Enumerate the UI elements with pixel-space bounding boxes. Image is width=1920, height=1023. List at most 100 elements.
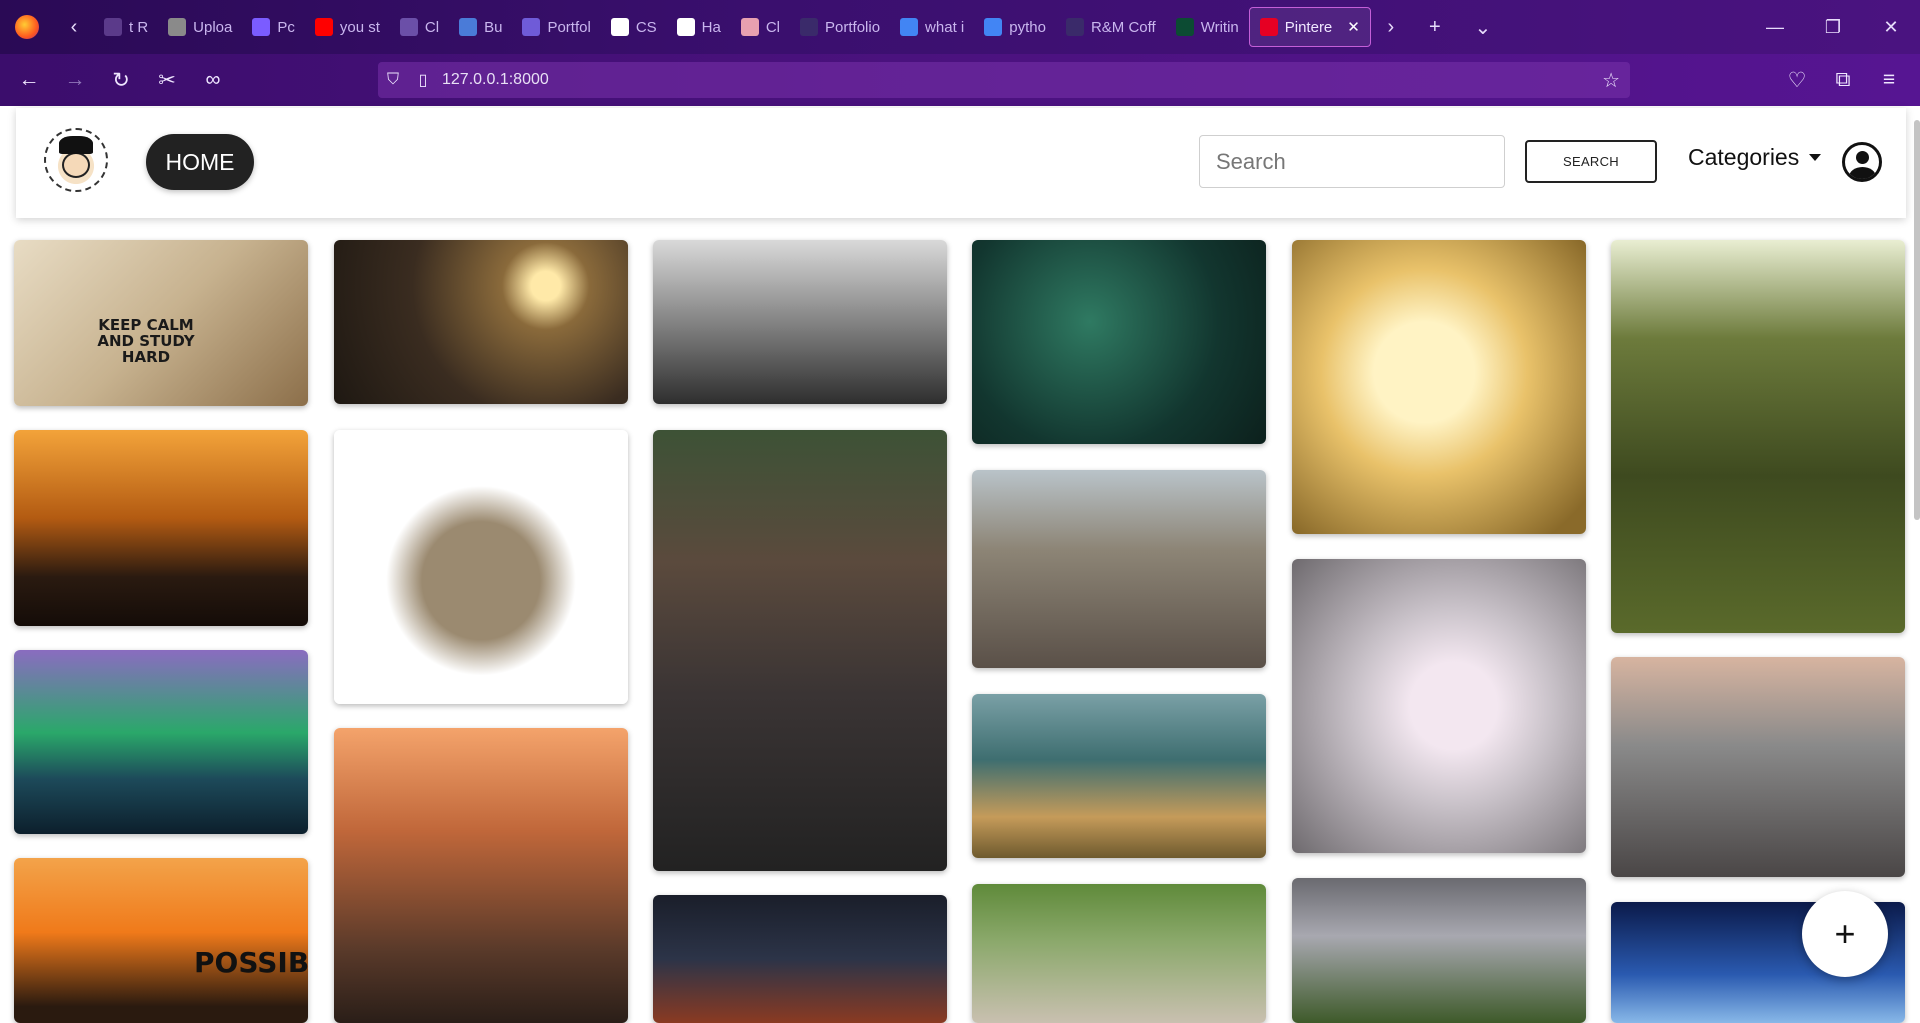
tab-label: Writin bbox=[1200, 18, 1239, 36]
tab-label: CS bbox=[635, 18, 657, 36]
tab-scroll-left-icon[interactable]: ‹ bbox=[54, 16, 94, 39]
tab-favicon-icon bbox=[740, 18, 759, 36]
pin-card[interactable] bbox=[653, 430, 947, 871]
search-button[interactable]: SEARCH bbox=[1525, 140, 1657, 183]
pin-card[interactable]: POSSIBLE bbox=[14, 858, 308, 1023]
tab-label: Bu bbox=[484, 18, 503, 36]
extension-icon[interactable]: ✂ bbox=[144, 54, 190, 106]
tab-favicon-icon bbox=[522, 18, 541, 36]
pocket-icon[interactable]: ♡ bbox=[1774, 54, 1820, 106]
home-button[interactable]: HOME bbox=[146, 134, 254, 190]
pin-caption: KEEP CALM AND STUDY HARD bbox=[97, 316, 195, 366]
tab-label: t R bbox=[129, 18, 149, 36]
pin-card[interactable] bbox=[334, 430, 628, 704]
categories-dropdown[interactable]: Categories bbox=[1688, 144, 1822, 171]
pin-card[interactable] bbox=[1611, 657, 1905, 877]
extensions-icon[interactable]: ⧉ bbox=[1820, 54, 1866, 106]
tab-favicon-icon bbox=[800, 18, 819, 36]
firefox-icon[interactable] bbox=[0, 0, 54, 54]
tab-favicon-icon bbox=[459, 18, 478, 36]
back-icon[interactable]: ← bbox=[6, 54, 52, 106]
pin-card[interactable] bbox=[14, 650, 308, 834]
browser-tab[interactable]: Pc bbox=[242, 7, 305, 47]
tab-label: Portfol bbox=[547, 18, 591, 36]
browser-tab[interactable]: t R bbox=[94, 7, 158, 47]
tab-label: Pc bbox=[277, 18, 295, 36]
browser-nav-bar: ← → ↻ ✂ ∞ ⛉ ▯ 127.0.0.1:8000 ☆ ♡ ⧉ ≡ bbox=[0, 54, 1920, 106]
pin-card[interactable] bbox=[334, 240, 628, 404]
tab-favicon-icon bbox=[252, 18, 271, 36]
browser-tab-bar: ‹ t R Uploa Pc you st Cl Bu Portfol CS Ha Cl Portf… bbox=[0, 0, 1920, 54]
url-bar[interactable]: ⛉ ▯ 127.0.0.1:8000 ☆ bbox=[378, 62, 1630, 98]
tab-label: Uploa bbox=[193, 18, 233, 36]
browser-tab[interactable]: Uploa bbox=[158, 7, 242, 47]
pin-card[interactable] bbox=[972, 240, 1266, 444]
browser-tab[interactable]: Cl bbox=[390, 7, 449, 47]
tab-favicon-icon bbox=[104, 18, 122, 36]
tab-label: pytho bbox=[1009, 18, 1046, 36]
caret-down-icon bbox=[1809, 154, 1822, 161]
site-logo[interactable] bbox=[44, 128, 108, 192]
page-icon: ▯ bbox=[418, 72, 428, 89]
tab-favicon-icon bbox=[984, 18, 1003, 36]
browser-tab[interactable]: Cl bbox=[731, 7, 790, 47]
pin-card[interactable] bbox=[653, 240, 947, 404]
menu-icon[interactable]: ≡ bbox=[1866, 54, 1912, 106]
browser-tab[interactable]: R&M Coff bbox=[1056, 7, 1166, 47]
pin-card[interactable] bbox=[653, 895, 947, 1023]
search-input[interactable] bbox=[1199, 135, 1505, 188]
pin-card[interactable] bbox=[1292, 878, 1586, 1023]
tab-label: Ha bbox=[701, 18, 721, 36]
tab-label: Pintere bbox=[1284, 18, 1333, 36]
browser-tab[interactable]: Writin bbox=[1166, 7, 1249, 47]
new-tab-icon[interactable]: + bbox=[1411, 16, 1459, 39]
private-mask-icon[interactable]: ∞ bbox=[190, 54, 236, 106]
add-pin-button[interactable]: + bbox=[1802, 891, 1888, 977]
browser-tab[interactable]: Ha bbox=[667, 7, 731, 47]
pin-caption: POSSIBLE bbox=[194, 946, 308, 979]
tab-label: Portfolio bbox=[825, 18, 881, 36]
pin-card[interactable] bbox=[1292, 240, 1586, 534]
tab-favicon-icon bbox=[900, 18, 919, 36]
tab-label: Cl bbox=[765, 18, 781, 36]
pin-card[interactable] bbox=[1292, 559, 1586, 853]
shield-icon[interactable]: ⛉ bbox=[378, 71, 408, 89]
bookmark-star-icon[interactable]: ☆ bbox=[1602, 68, 1620, 93]
browser-tab[interactable]: Pintere ✕ bbox=[1248, 7, 1371, 47]
browser-tab[interactable]: pytho bbox=[974, 7, 1056, 47]
tab-favicon-icon bbox=[1175, 18, 1194, 36]
restore-icon[interactable]: ❐ bbox=[1804, 17, 1862, 38]
url-text[interactable]: 127.0.0.1:8000 bbox=[442, 71, 549, 89]
pin-card[interactable] bbox=[972, 694, 1266, 858]
tab-favicon-icon bbox=[1259, 18, 1278, 36]
tab-scroll-right-icon[interactable]: › bbox=[1371, 16, 1411, 39]
pin-card[interactable] bbox=[972, 470, 1266, 668]
tab-favicon-icon bbox=[610, 18, 629, 36]
tab-favicon-icon bbox=[399, 18, 418, 36]
pin-card[interactable] bbox=[14, 430, 308, 626]
tab-list-chevron-icon[interactable]: ⌄ bbox=[1459, 15, 1507, 40]
page-scrollbar[interactable] bbox=[1914, 120, 1920, 520]
browser-tab[interactable]: CS bbox=[601, 7, 667, 47]
browser-tab[interactable]: Portfol bbox=[512, 7, 600, 47]
close-tab-icon[interactable]: ✕ bbox=[1347, 18, 1360, 36]
tab-favicon-icon bbox=[168, 18, 187, 36]
browser-tab[interactable]: you st bbox=[305, 7, 390, 47]
pin-card[interactable] bbox=[1611, 240, 1905, 633]
tab-label: you st bbox=[339, 18, 380, 36]
user-account-icon[interactable] bbox=[1842, 142, 1882, 182]
forward-icon[interactable]: → bbox=[52, 54, 98, 106]
categories-label: Categories bbox=[1688, 144, 1800, 170]
pin-card[interactable]: KEEP CALM AND STUDY HARD bbox=[14, 240, 308, 406]
pin-card[interactable] bbox=[334, 728, 628, 1023]
site-header: HOME SEARCH Categories bbox=[16, 108, 1906, 218]
minimize-icon[interactable]: — bbox=[1746, 17, 1804, 38]
close-window-icon[interactable]: ✕ bbox=[1862, 17, 1920, 38]
browser-tab[interactable]: what i bbox=[890, 7, 974, 47]
browser-tab[interactable]: Portfolio bbox=[790, 7, 890, 47]
tab-favicon-icon bbox=[314, 18, 333, 36]
tab-label: R&M Coff bbox=[1090, 18, 1156, 36]
pin-card[interactable] bbox=[972, 884, 1266, 1023]
browser-tab[interactable]: Bu bbox=[449, 7, 512, 47]
reload-icon[interactable]: ↻ bbox=[98, 54, 144, 106]
